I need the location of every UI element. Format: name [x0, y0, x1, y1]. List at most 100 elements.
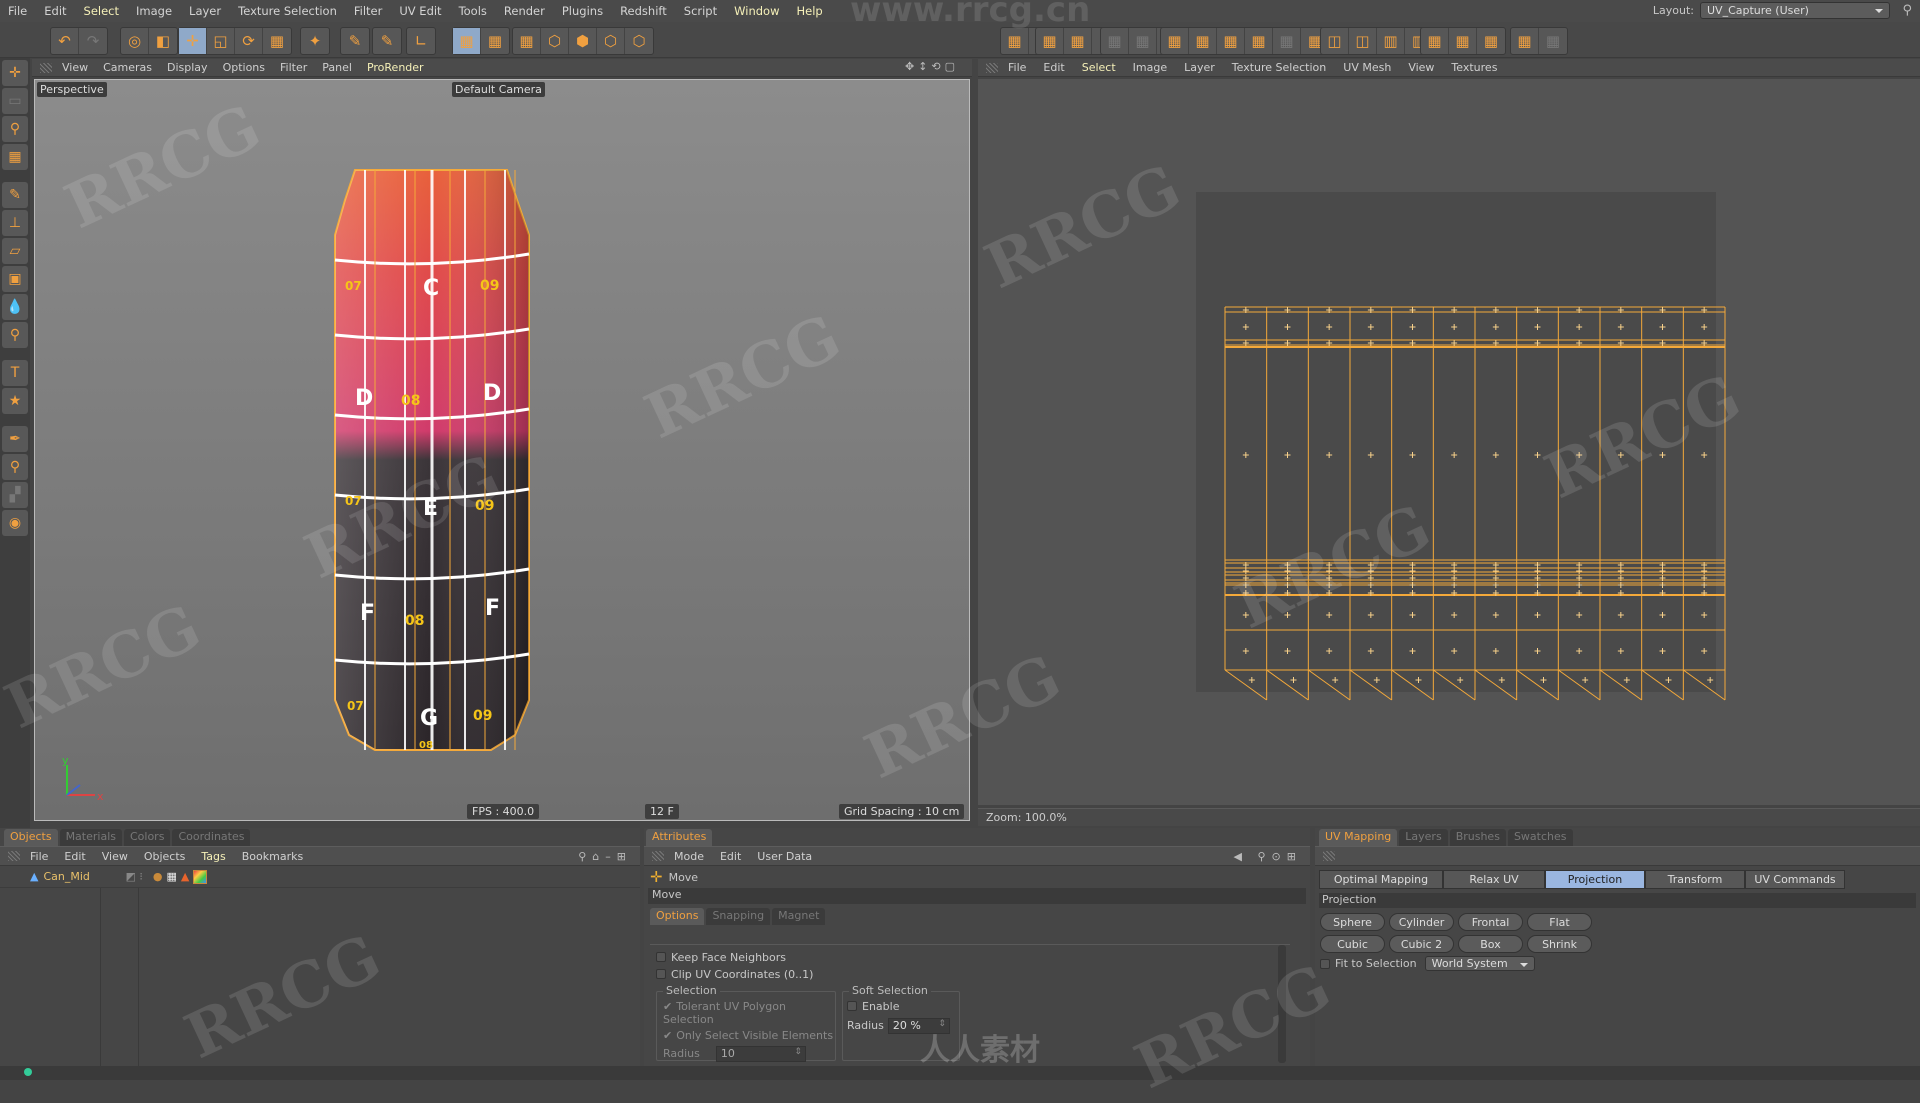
- uv-disabled2-icon[interactable]: ▦: [1129, 28, 1157, 54]
- uv-menu-view[interactable]: View: [1408, 61, 1434, 74]
- viewport-menu-display[interactable]: Display: [167, 61, 208, 74]
- tab-magnet[interactable]: Magnet: [772, 908, 826, 925]
- tab-options[interactable]: Options: [650, 908, 705, 925]
- uv-down-icon[interactable]: ▦: [1189, 28, 1217, 54]
- frontal-projection-button[interactable]: Frontal: [1458, 913, 1523, 931]
- star-icon[interactable]: ★: [2, 388, 28, 414]
- option-keep-face[interactable]: Keep Face Neighbors: [650, 945, 1290, 964]
- shrink-projection-button[interactable]: Shrink: [1527, 935, 1592, 953]
- align-h-icon[interactable]: ◫: [1321, 28, 1349, 54]
- uv-menu-textures[interactable]: Textures: [1451, 61, 1497, 74]
- viewport-menu-cameras[interactable]: Cameras: [103, 61, 152, 74]
- clip-uv-checkbox[interactable]: [656, 969, 666, 979]
- disabled-tool-icon[interactable]: ▞: [2, 482, 28, 508]
- layout-dropdown[interactable]: UV_Capture (User): [1700, 2, 1890, 19]
- uv-relax-icon[interactable]: ▦: [1421, 28, 1449, 54]
- attributes-menu-user-data[interactable]: User Data: [757, 850, 812, 863]
- tab-snapping[interactable]: Snapping: [706, 908, 771, 925]
- object-panel-icons[interactable]: ⚲⌂–⊞: [578, 850, 632, 863]
- menu-layer[interactable]: Layer: [189, 4, 221, 18]
- subtab-projection[interactable]: Projection: [1545, 870, 1645, 889]
- uv-magnet-icon[interactable]: ▦: [263, 28, 291, 54]
- move-icon[interactable]: ✛: [179, 28, 207, 54]
- grip-handle[interactable]: [986, 62, 998, 73]
- viewport-nav-icons[interactable]: ✥↕⟲▢: [905, 60, 959, 73]
- search-icon[interactable]: ⚲: [1902, 3, 1912, 18]
- uv-circle-icon[interactable]: ▦: [1449, 28, 1477, 54]
- uv-polygons-icon[interactable]: ▦: [481, 28, 509, 54]
- tab-brushes[interactable]: Brushes: [1449, 829, 1506, 846]
- menu-render[interactable]: Render: [504, 4, 545, 18]
- texture-mode-icon[interactable]: ⬡: [625, 28, 653, 54]
- uv-menu-layer[interactable]: Layer: [1184, 61, 1215, 74]
- uv-menu-image[interactable]: Image: [1133, 61, 1167, 74]
- uv-tag-icon[interactable]: ▲: [181, 870, 189, 883]
- subtab-uv-commands[interactable]: UV Commands: [1745, 870, 1845, 889]
- eyedropper-icon[interactable]: ✒: [2, 426, 28, 452]
- polygons-mode-icon[interactable]: ⬢: [569, 28, 597, 54]
- grip-handle[interactable]: [1323, 851, 1335, 861]
- uv-menu-uv-mesh[interactable]: UV Mesh: [1343, 61, 1391, 74]
- uv-up-icon[interactable]: ▦: [1161, 28, 1189, 54]
- uv-arrow-icon[interactable]: ▦: [1036, 28, 1064, 54]
- menu-file[interactable]: File: [8, 4, 27, 18]
- rotate-icon[interactable]: ⟳: [235, 28, 263, 54]
- undo-icon[interactable]: ↶: [51, 28, 79, 54]
- tab-colors[interactable]: Colors: [123, 829, 171, 846]
- uv-shrink-icon[interactable]: ▦: [1245, 28, 1273, 54]
- objects-menu-bookmarks[interactable]: Bookmarks: [242, 850, 303, 863]
- redo-icon[interactable]: ↷: [79, 28, 107, 54]
- only-visible-option[interactable]: ✔ Only Select Visible Elements: [657, 1026, 835, 1042]
- viewport-menu-prorender[interactable]: ProRender: [367, 61, 424, 74]
- subtab-relax-uv[interactable]: Relax UV: [1443, 870, 1545, 889]
- tab-coordinates[interactable]: Coordinates: [172, 829, 251, 846]
- uv-points-icon[interactable]: ▦: [453, 28, 481, 54]
- menu-image[interactable]: Image: [136, 4, 172, 18]
- visibility-toggle-icon[interactable]: ◩ ⁝: [125, 870, 142, 883]
- brush-icon[interactable]: ✎: [373, 28, 401, 54]
- viewport-menu-view[interactable]: View: [62, 61, 88, 74]
- uv-square-icon[interactable]: ▦: [1477, 28, 1505, 54]
- grip-handle[interactable]: [40, 62, 52, 73]
- cubic-2-projection-button[interactable]: Cubic 2: [1389, 935, 1454, 953]
- phong-tag-icon[interactable]: ●: [153, 870, 163, 883]
- paint-points-icon[interactable]: ✦: [301, 28, 329, 54]
- view-name[interactable]: Perspective: [37, 82, 107, 97]
- box-projection-button[interactable]: Box: [1458, 935, 1523, 953]
- live-selection-icon[interactable]: ◎: [121, 28, 149, 54]
- stamp-icon[interactable]: ⊥: [2, 210, 28, 236]
- lasso-select-icon[interactable]: ⚲: [2, 116, 28, 142]
- cubic-projection-button[interactable]: Cubic: [1320, 935, 1385, 953]
- fill-icon[interactable]: 💧: [2, 294, 28, 320]
- tab-materials[interactable]: Materials: [59, 829, 122, 846]
- uv-grid-icon[interactable]: ▦: [1064, 28, 1092, 54]
- texture-tag-icon[interactable]: [193, 869, 208, 884]
- perspective-viewport[interactable]: Perspective Default Camera 07 C 09 D 08 D 07 E 0…: [34, 79, 970, 821]
- viewport-menu-options[interactable]: Options: [223, 61, 265, 74]
- eraser-icon[interactable]: ▱: [2, 238, 28, 264]
- viewport-menu-filter[interactable]: Filter: [280, 61, 307, 74]
- uv-check-icon[interactable]: ▦: [1511, 28, 1539, 54]
- cylinder-projection-button[interactable]: Cylinder: [1389, 913, 1454, 931]
- subtab-optimal-mapping[interactable]: Optimal Mapping: [1319, 870, 1443, 889]
- checker-material-tag-icon[interactable]: ▦: [166, 870, 176, 883]
- tab-attributes[interactable]: Attributes: [646, 829, 713, 846]
- attribute-nav-icons[interactable]: ◀ ⚲⊙⊞: [1234, 850, 1302, 863]
- camera-name[interactable]: Default Camera: [452, 82, 545, 97]
- rectangle-select-icon[interactable]: ▭: [2, 88, 28, 114]
- attributes-menu-edit[interactable]: Edit: [720, 850, 741, 863]
- uv-menu-file[interactable]: File: [1008, 61, 1026, 74]
- grip-handle[interactable]: [652, 851, 664, 861]
- move-icon[interactable]: ✛: [2, 60, 28, 86]
- projection-system-dropdown[interactable]: World System: [1424, 956, 1535, 971]
- tab-swatches[interactable]: Swatches: [1507, 829, 1573, 846]
- uv-flip-icon[interactable]: ▦: [1217, 28, 1245, 54]
- objects-menu-view[interactable]: View: [102, 850, 128, 863]
- uv-mesh-icon[interactable]: ▦: [513, 28, 541, 54]
- menu-help[interactable]: Help: [796, 4, 822, 18]
- option-clip-uv[interactable]: Clip UV Coordinates (0..1): [650, 964, 1290, 981]
- tab-objects[interactable]: Objects: [4, 829, 58, 846]
- uv-menu-select[interactable]: Select: [1082, 61, 1116, 74]
- checker-icon[interactable]: ▦: [1001, 28, 1029, 54]
- axis-icon[interactable]: ∟: [407, 28, 435, 54]
